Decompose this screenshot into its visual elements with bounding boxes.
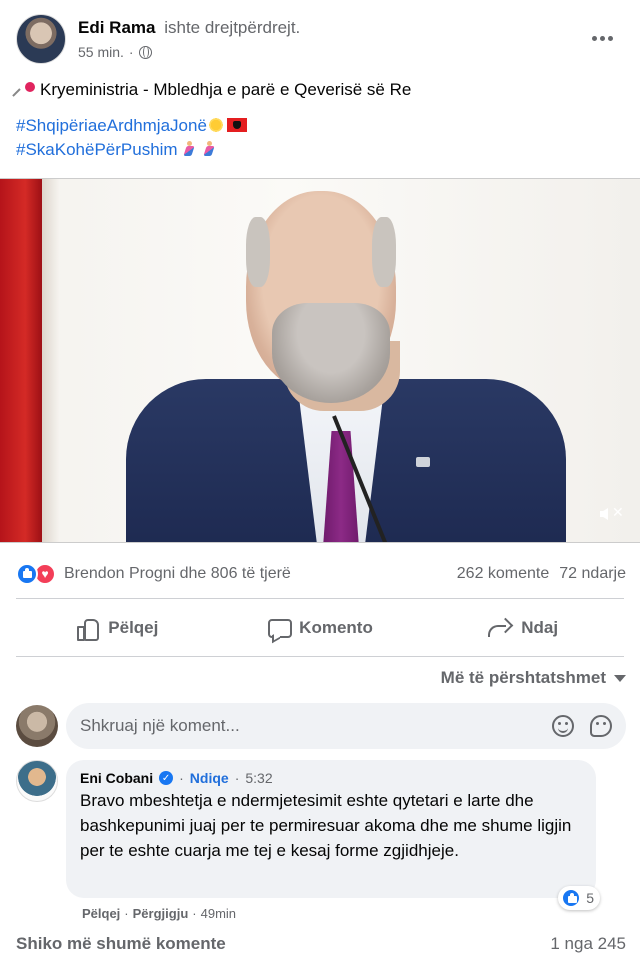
share-arrow-icon: [487, 617, 511, 639]
like-icon: [16, 563, 38, 585]
live-video-player[interactable]: [0, 178, 640, 543]
comment-bubble: Eni Cobani ✓ · Ndiqe · 5:32 Bravo mbesht…: [66, 760, 600, 910]
separator: ·: [179, 770, 184, 786]
comments-footer: Shiko më shumë komente 1 nga 245: [16, 934, 626, 954]
follow-link[interactable]: Ndiqe: [190, 770, 229, 786]
hair: [246, 217, 270, 287]
emoji-icon[interactable]: [552, 715, 574, 737]
sun-icon: [207, 117, 224, 133]
post-title-line: Kryeministria - Mbledhja e parë e Qeveri…: [16, 78, 624, 102]
post-meta: 55 min. ·: [78, 44, 152, 60]
reactors-text[interactable]: Brendon Progni dhe 806 të tjerë: [64, 565, 457, 583]
wall-backdrop: [42, 179, 60, 542]
dot-icon: [599, 35, 605, 41]
commenter-avatar[interactable]: [16, 760, 58, 802]
like-icon: [561, 888, 582, 908]
separator: ·: [124, 906, 129, 921]
hashtag-link-2[interactable]: #SkaKohëPërPushim: [16, 138, 624, 162]
comments-pagination: 1 nga 245: [550, 934, 626, 953]
runner-icon: [200, 140, 218, 158]
comment-actions: Pëlqej · Përgjigju · 49min: [82, 906, 236, 921]
current-user-avatar[interactable]: [16, 705, 58, 747]
author-name[interactable]: Edi Rama: [78, 18, 155, 37]
view-more-comments-link[interactable]: Shiko më shumë komente: [16, 934, 226, 954]
author-avatar[interactable]: [16, 14, 66, 64]
comment-composer: Shkruaj një koment...: [16, 703, 626, 749]
beard: [272, 303, 390, 403]
comment-input[interactable]: Shkruaj një koment...: [66, 703, 626, 749]
verified-badge-icon: ✓: [159, 771, 174, 785]
comment-like-link[interactable]: Pëlqej: [82, 906, 120, 921]
live-status: ishte drejtpërdrejt.: [164, 18, 301, 37]
comment-age[interactable]: 49min: [201, 906, 236, 921]
hashtag-link-1[interactable]: #ShqipëriaeArdhmjaJonë: [16, 114, 624, 138]
share-label: Ndaj: [521, 618, 559, 637]
runner-icon: [180, 140, 198, 158]
comment-video-timestamp[interactable]: 5:32: [245, 770, 272, 786]
comment-header: Eni Cobani ✓ · Ndiqe · 5:32: [80, 770, 582, 786]
hair: [372, 217, 396, 287]
post-actions: Pëlqej Komento Ndaj: [16, 606, 624, 650]
like-label: Pëlqej: [108, 618, 159, 637]
comments-count[interactable]: 262 komente: [457, 565, 550, 583]
commenter-name[interactable]: Eni Cobani: [80, 770, 153, 786]
comment-sort-dropdown[interactable]: Më të përshtatshmet: [441, 668, 626, 688]
post-text: Kryeministria - Mbledhja e parë e Qeveri…: [16, 78, 624, 162]
post-counts: 262 komente 72 ndarje: [457, 565, 626, 583]
shares-count[interactable]: 72 ndarje: [559, 565, 626, 583]
comment-button[interactable]: Komento: [219, 606, 422, 650]
comment-reply-link[interactable]: Përgjigju: [133, 906, 189, 921]
hashtag-text[interactable]: #ShqipëriaeArdhmjaJonë: [16, 116, 207, 135]
sticker-icon[interactable]: [590, 715, 612, 737]
comment-body: Bravo mbeshtetja e ndermjetesimit eshte …: [80, 791, 572, 860]
sort-label: Më të përshtatshmet: [440, 668, 606, 687]
comment-like-count: 5: [586, 890, 594, 906]
reactions-summary: ♥ Brendon Progni dhe 806 të tjerë 262 ko…: [16, 560, 626, 588]
separator: ·: [234, 770, 240, 786]
like-button[interactable]: Pëlqej: [16, 606, 219, 650]
thumbs-up-icon: [76, 617, 100, 641]
globe-icon: [138, 45, 152, 59]
divider: [16, 656, 624, 657]
albania-flag-backdrop: [0, 179, 42, 542]
albania-flag-icon: [226, 118, 247, 132]
post-header: Edi Rama ishte drejtpërdrejt. 55 min. ·: [16, 14, 624, 66]
reaction-icons[interactable]: ♥: [16, 563, 56, 585]
comment-bubble-icon: [267, 617, 293, 639]
lapel-pin: [416, 457, 430, 467]
comment-placeholder[interactable]: Shkruaj një koment...: [80, 716, 542, 736]
comment-label: Komento: [299, 618, 373, 637]
divider: [16, 598, 624, 599]
share-button[interactable]: Ndaj: [421, 606, 624, 650]
more-options-button[interactable]: [584, 26, 620, 50]
separator: ·: [192, 906, 197, 921]
speaker-figure: [126, 191, 566, 542]
author-line: Edi Rama ishte drejtpërdrejt.: [78, 18, 300, 38]
post-time[interactable]: 55 min.: [78, 44, 124, 60]
speaker-muted-icon[interactable]: [598, 502, 626, 526]
round-pushpin-icon: [16, 80, 38, 100]
hashtag-text[interactable]: #SkaKohëPërPushim: [16, 140, 178, 159]
post-title: Kryeministria - Mbledhja e parë e Qeveri…: [40, 80, 412, 99]
comment-reactions[interactable]: 5: [558, 886, 600, 910]
caret-down-icon: [614, 674, 626, 682]
separator: ·: [128, 44, 134, 60]
dot-icon: [591, 35, 597, 41]
dot-icon: [607, 35, 613, 41]
